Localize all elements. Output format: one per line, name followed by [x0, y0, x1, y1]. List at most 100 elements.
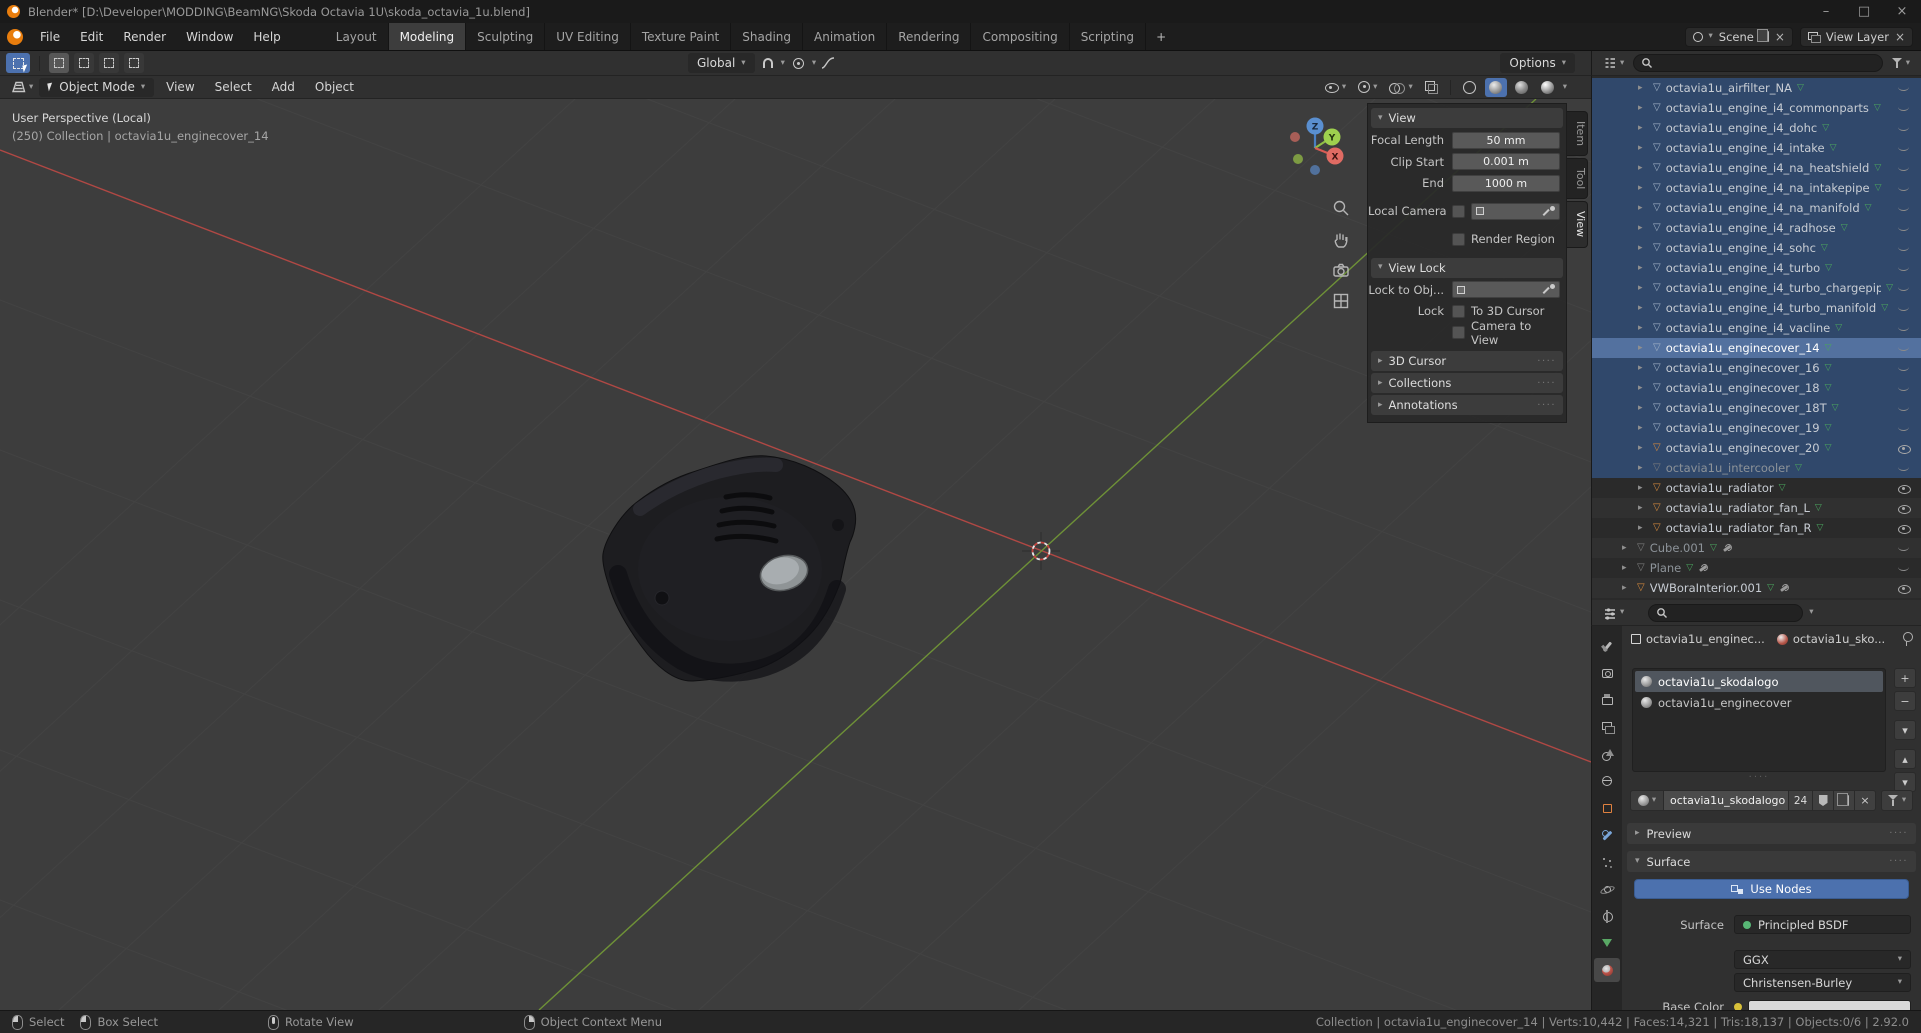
outliner-row[interactable]: ▸ ▽ octavia1u_radiator_fan_R ▽ [1592, 518, 1921, 538]
object-name[interactable]: octavia1u_engine_i4_na_manifold [1666, 201, 1860, 215]
expand-arrow-icon[interactable]: ▸ [1638, 224, 1648, 233]
navigation-gizmo[interactable]: Z Y X [1272, 105, 1358, 191]
object-name[interactable]: octavia1u_engine_i4_turbo [1666, 261, 1820, 275]
minimize-button[interactable]: – [1807, 0, 1845, 23]
visibility-eye-icon[interactable] [1898, 282, 1911, 294]
proportional-falloff-dropdown[interactable]: ▾ [812, 59, 816, 68]
object-name[interactable]: Cube.001 [1650, 541, 1705, 555]
view-layer-selector[interactable]: View Layer × [1800, 27, 1913, 47]
visibility-eye-icon[interactable] [1898, 402, 1911, 414]
select-mode-subtract[interactable] [99, 53, 119, 73]
shading-material-button[interactable] [1511, 78, 1533, 97]
outliner-row[interactable]: ▸ ▽ octavia1u_intercooler ▽ [1592, 458, 1921, 478]
focal-length-field[interactable]: 50 mm [1452, 132, 1560, 149]
pin-icon[interactable] [1901, 632, 1912, 646]
breadcrumb-material[interactable]: octavia1u_sko... [1777, 632, 1885, 646]
editor-type-dropdown[interactable]: ▾ [6, 77, 37, 97]
material-name-field[interactable]: octavia1u_skodalogo [1664, 790, 1789, 811]
menu-item[interactable]: Edit [70, 23, 113, 50]
add-slot-button[interactable]: + [1894, 668, 1916, 688]
object-name[interactable]: VWBoraInterior.001 [1650, 581, 1762, 595]
shading-solid-button[interactable] [1485, 78, 1507, 97]
blender-menu-icon[interactable] [0, 23, 30, 50]
object-name[interactable]: octavia1u_intercooler [1666, 461, 1790, 475]
outliner-row[interactable]: ▸ ▽ octavia1u_engine_i4_intake ▽ [1592, 138, 1921, 158]
visibility-eye-icon[interactable] [1898, 202, 1911, 214]
visibility-eye-icon[interactable] [1898, 302, 1911, 314]
move-slot-down-button[interactable]: ▾ [1894, 772, 1916, 792]
object-name[interactable]: octavia1u_engine_i4_na_intakepipe [1666, 181, 1870, 195]
workspace-tab[interactable]: UV Editing [545, 23, 631, 50]
outliner-row[interactable]: ▸ ▽ octavia1u_airfilter_NA ▽ [1592, 78, 1921, 98]
properties-tab[interactable] [1594, 904, 1620, 928]
close-button[interactable]: × [1883, 0, 1921, 23]
outliner-row[interactable]: ▸ ▽ octavia1u_enginecover_14 ▽ [1592, 338, 1921, 358]
scene-selector[interactable]: ▾ Scene × [1685, 27, 1793, 47]
camera-to-view-checkbox[interactable] [1452, 326, 1465, 339]
outliner-row[interactable]: ▸ ▽ octavia1u_enginecover_18T ▽ [1592, 398, 1921, 418]
move-slot-up-button[interactable]: ▴ [1894, 749, 1916, 769]
visibility-eye-icon[interactable] [1898, 482, 1911, 494]
properties-tab[interactable] [1594, 661, 1620, 685]
workspace-tab[interactable]: Texture Paint [631, 23, 731, 50]
expand-arrow-icon[interactable]: ▸ [1638, 84, 1648, 93]
object-name[interactable]: octavia1u_engine_i4_dohc [1666, 121, 1818, 135]
breadcrumb-object[interactable]: octavia1u_enginec... [1631, 632, 1765, 646]
fake-user-shield-button[interactable] [1813, 790, 1834, 811]
expand-arrow-icon[interactable]: ▸ [1622, 584, 1632, 593]
expand-arrow-icon[interactable]: ▸ [1638, 424, 1648, 433]
distribution-dropdown[interactable]: GGX ▾ [1734, 950, 1911, 969]
expand-arrow-icon[interactable]: ▸ [1638, 464, 1648, 473]
workspace-tab[interactable]: Sculpting [466, 23, 545, 50]
visibility-eye-icon[interactable] [1898, 142, 1911, 154]
expand-arrow-icon[interactable]: ▸ [1638, 284, 1648, 293]
properties-tab[interactable] [1594, 796, 1620, 820]
expand-arrow-icon[interactable]: ▸ [1638, 204, 1648, 213]
preview-panel-header[interactable]: ▸ Preview ···· [1627, 823, 1916, 844]
expand-arrow-icon[interactable]: ▸ [1638, 344, 1648, 353]
object-name[interactable]: octavia1u_engine_i4_commonparts [1666, 101, 1869, 115]
menu-item[interactable]: Help [243, 23, 290, 50]
expand-arrow-icon[interactable]: ▸ [1638, 384, 1648, 393]
visibility-eye-icon[interactable] [1898, 182, 1911, 194]
view-section-header[interactable]: ▾ View [1371, 108, 1563, 128]
object-name[interactable]: octavia1u_engine_i4_vacline [1666, 321, 1830, 335]
visibility-eye-icon[interactable] [1898, 82, 1911, 94]
xray-toggle[interactable] [1421, 77, 1442, 97]
mode-dropdown[interactable]: Object Mode ▾ [39, 78, 154, 97]
material-slot[interactable]: octavia1u_skodalogo [1635, 671, 1883, 692]
axis-neg-y-handle[interactable] [1293, 154, 1303, 164]
visibility-eye-icon[interactable] [1898, 102, 1911, 114]
object-name[interactable]: octavia1u_engine_i4_sohc [1666, 241, 1816, 255]
local-camera-object-field[interactable] [1471, 203, 1560, 220]
properties-search-field[interactable] [1648, 604, 1803, 622]
expand-arrow-icon[interactable]: ▸ [1638, 124, 1648, 133]
shading-rendered-button[interactable] [1537, 78, 1559, 97]
object-name[interactable]: octavia1u_engine_i4_turbo_chargepipe [1666, 281, 1881, 295]
expand-arrow-icon[interactable]: ▸ [1638, 104, 1648, 113]
snapping-dropdown[interactable]: ▾ [781, 59, 785, 68]
show-gizmo-dropdown[interactable]: ▾ [1354, 77, 1381, 97]
local-camera-checkbox[interactable] [1452, 205, 1465, 218]
expand-arrow-icon[interactable]: ▸ [1622, 564, 1632, 573]
browse-material-dropdown[interactable]: ▾ [1630, 790, 1664, 811]
outliner-row[interactable]: ▸ ▽ octavia1u_engine_i4_na_manifold ▽ [1592, 198, 1921, 218]
expand-arrow-icon[interactable]: ▸ [1638, 144, 1648, 153]
outliner-row[interactable]: ▸ ▽ octavia1u_radiator ▽ [1592, 478, 1921, 498]
object-name[interactable]: octavia1u_radiator_fan_R [1666, 521, 1812, 535]
shading-dropdown[interactable]: ▾ [1563, 83, 1567, 92]
outliner-row[interactable]: ▸ ▽ octavia1u_engine_i4_dohc ▽ [1592, 118, 1921, 138]
view-lock-section-header[interactable]: ▾ View Lock [1371, 258, 1563, 278]
expand-arrow-icon[interactable]: ▸ [1638, 444, 1648, 453]
panel-section-header[interactable]: ▸ 3D Cursor ···· [1371, 351, 1563, 371]
properties-tab[interactable] [1594, 715, 1620, 739]
base-color-swatch[interactable] [1748, 1000, 1911, 1011]
properties-tab[interactable] [1594, 931, 1620, 955]
sidebar-tab[interactable]: Item [1567, 111, 1588, 156]
outliner-row[interactable]: ▸ ▽ VWBoraInterior.001 ▽ [1592, 578, 1921, 598]
material-users-button[interactable]: 24 [1789, 790, 1813, 811]
remove-slot-button[interactable]: − [1894, 691, 1916, 711]
object-name[interactable]: octavia1u_radiator_fan_L [1666, 501, 1810, 515]
expand-arrow-icon[interactable]: ▸ [1638, 504, 1648, 513]
properties-tab[interactable] [1594, 769, 1620, 793]
